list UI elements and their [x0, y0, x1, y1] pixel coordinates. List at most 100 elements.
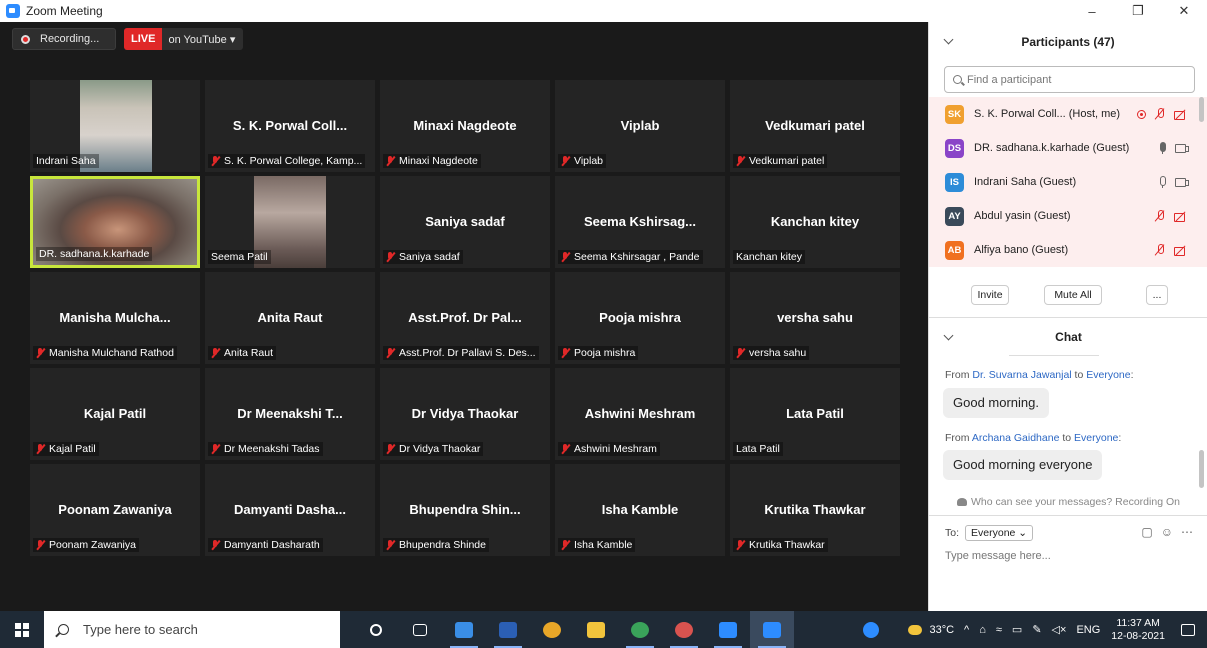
wifi-icon[interactable]: ≈ — [996, 624, 1002, 636]
camera-off-icon[interactable] — [1174, 245, 1188, 256]
participant-tile[interactable]: Viplab Viplab — [555, 80, 725, 172]
participant-tile[interactable]: Dr Meenakshi T... Dr Meenakshi Tadas — [205, 368, 375, 460]
word-app-icon[interactable] — [486, 611, 530, 648]
taskbar-search[interactable]: Type here to search — [44, 611, 340, 648]
mute-all-button[interactable]: Mute All — [1044, 285, 1102, 305]
date: 12-08-2021 — [1111, 629, 1165, 642]
notifications-icon[interactable] — [1181, 623, 1195, 636]
invite-button[interactable]: Invite — [971, 285, 1009, 305]
more-icon[interactable]: ⋯ — [1181, 525, 1193, 539]
participant-tile[interactable]: Seema Patil — [205, 176, 375, 268]
participant-row[interactable]: DS DR. sadhana.k.karhade (Guest) — [929, 131, 1207, 165]
start-button[interactable] — [0, 611, 44, 648]
tray-chevron-icon[interactable]: ^ — [964, 624, 969, 636]
participant-tile[interactable]: S. K. Porwal Coll... S. K. Porwal College… — [205, 80, 375, 172]
participant-name-label: Indrani Saha — [33, 154, 99, 168]
more-options-button[interactable]: ... — [1146, 285, 1168, 305]
participant-tile[interactable]: Isha Kamble Isha Kamble — [555, 464, 725, 556]
participant-tile[interactable]: Bhupendra Shin... Bhupendra Shinde — [380, 464, 550, 556]
network-icon[interactable]: ⌂ — [979, 624, 986, 636]
minimize-button[interactable]: – — [1069, 0, 1115, 22]
participant-tile[interactable]: Lata Patil Lata Patil — [730, 368, 900, 460]
participant-tile[interactable]: versha sahu versha sahu — [730, 272, 900, 364]
participant-tile[interactable]: Kanchan kitey Kanchan kitey — [730, 176, 900, 268]
zoom-taskbar-icon[interactable] — [706, 611, 750, 648]
muted-mic-icon[interactable] — [1154, 210, 1166, 222]
recording-icon[interactable] — [1137, 109, 1146, 119]
participant-row[interactable]: AB Alfiya bano (Guest) — [929, 233, 1207, 267]
mail-app-icon[interactable] — [442, 611, 486, 648]
muted-mic-icon[interactable] — [1154, 244, 1166, 256]
battery-icon[interactable]: ▭ — [1012, 623, 1022, 636]
volume-icon[interactable]: ◁× — [1052, 623, 1067, 636]
muted-mic-icon — [561, 252, 570, 262]
participant-tile[interactable]: Anita Raut Anita Raut — [205, 272, 375, 364]
clock[interactable]: 11:37 AM 12-08-2021 — [1111, 617, 1165, 643]
participant-list-name: DR. sadhana.k.karhade (Guest) — [974, 142, 1130, 154]
sender-name[interactable]: Dr. Suvarna Jawanjal — [972, 369, 1071, 381]
participant-name: Asst.Prof. Dr Pallavi S. Des... — [399, 347, 536, 359]
participant-name: Isha Kamble — [574, 539, 633, 551]
chat-message-input[interactable]: Type message here... — [945, 550, 1051, 562]
maximize-button[interactable]: ❐ — [1115, 0, 1161, 22]
participant-row[interactable]: IS Indrani Saha (Guest) — [929, 165, 1207, 199]
participant-tile[interactable]: Asst.Prof. Dr Pal... Asst.Prof. Dr Pallav… — [380, 272, 550, 364]
participant-tile[interactable]: Dr Vidya Thaokar Dr Vidya Thaokar — [380, 368, 550, 460]
chrome-profile-icon[interactable] — [618, 611, 662, 648]
time: 11:37 AM — [1116, 616, 1160, 629]
participant-row[interactable]: AY Abdul yasin (Guest) — [929, 199, 1207, 233]
participants-scrollbar[interactable] — [1199, 97, 1204, 122]
participant-tile[interactable]: Manisha Mulcha... Manisha Mulchand Rathod — [30, 272, 200, 364]
chat-collapse-chevron-icon[interactable] — [943, 330, 954, 341]
participant-display-name: Seema Kshirsag... — [584, 214, 696, 229]
file-icon[interactable]: ▢ — [1141, 525, 1152, 539]
participant-tile[interactable]: Ashwini Meshram Ashwini Meshram — [555, 368, 725, 460]
recording-indicator[interactable]: Recording... — [12, 28, 116, 50]
help-icon[interactable] — [863, 621, 880, 638]
chrome-icon[interactable] — [530, 611, 574, 648]
participant-row[interactable]: SK S. K. Porwal Coll... (Host, me) — [929, 97, 1207, 131]
participant-name: Kanchan kitey — [736, 251, 802, 263]
language[interactable]: ENG — [1076, 624, 1100, 636]
camera-off-icon[interactable] — [1174, 211, 1188, 222]
file-explorer-icon[interactable] — [574, 611, 618, 648]
participant-tile[interactable]: Pooja mishra Pooja mishra — [555, 272, 725, 364]
participant-tile[interactable]: Minaxi Nagdeote Minaxi Nagdeote — [380, 80, 550, 172]
pen-icon[interactable]: ✎ — [1032, 623, 1041, 636]
close-button[interactable]: ✕ — [1161, 0, 1207, 22]
collapse-chevron-icon[interactable] — [943, 34, 954, 45]
weather-icon[interactable] — [908, 624, 923, 635]
cortana-icon[interactable] — [354, 611, 398, 648]
participant-tile[interactable]: Krutika Thawkar Krutika Thawkar — [730, 464, 900, 556]
zoom-meeting-taskbar-icon[interactable] — [750, 611, 794, 648]
participant-tile[interactable]: Poonam Zawaniya Poonam Zawaniya — [30, 464, 200, 556]
mic-icon[interactable] — [1157, 176, 1167, 188]
participant-tile[interactable]: Indrani Saha — [30, 80, 200, 172]
camera-icon[interactable] — [1175, 177, 1189, 187]
recipient-select[interactable]: Everyone ⌄ — [965, 525, 1034, 541]
chrome-profile-2-icon[interactable] — [662, 611, 706, 648]
participant-tile[interactable]: Vedkumari patel Vedkumari patel — [730, 80, 900, 172]
live-stream-indicator[interactable]: LIVE on YouTube ▾ — [124, 28, 244, 50]
recipient-name[interactable]: Everyone — [1086, 369, 1130, 381]
temperature[interactable]: 33°C — [929, 624, 954, 636]
participant-tile[interactable]: Damyanti Dasha... Damyanti Dasharath — [205, 464, 375, 556]
participant-name-label: Pooja mishra — [558, 346, 639, 360]
who-can-see-notice[interactable]: Who can see your messages? Recording On — [929, 496, 1207, 508]
participant-tile[interactable]: Seema Kshirsag... Seema Kshirsagar , Pand… — [555, 176, 725, 268]
participant-name-label: Anita Raut — [208, 346, 277, 360]
participant-search-input[interactable]: Find a participant — [944, 66, 1195, 93]
task-view-icon[interactable] — [398, 611, 442, 648]
participant-tile[interactable]: Kajal Patil Kajal Patil — [30, 368, 200, 460]
participant-list-name: Alfiya bano (Guest) — [974, 244, 1069, 256]
emoji-icon[interactable]: ☺ — [1161, 525, 1173, 539]
mic-active-icon[interactable] — [1157, 142, 1167, 154]
camera-icon[interactable] — [1175, 143, 1189, 153]
recipient-name[interactable]: Everyone — [1074, 432, 1118, 444]
camera-off-icon[interactable] — [1174, 109, 1188, 120]
participant-tile[interactable]: DR. sadhana.k.karhade — [30, 176, 200, 268]
chat-scrollbar[interactable] — [1199, 450, 1204, 488]
sender-name[interactable]: Archana Gaidhane — [972, 432, 1060, 444]
muted-mic-icon[interactable] — [1154, 108, 1166, 120]
participant-tile[interactable]: Saniya sadaf Saniya sadaf — [380, 176, 550, 268]
